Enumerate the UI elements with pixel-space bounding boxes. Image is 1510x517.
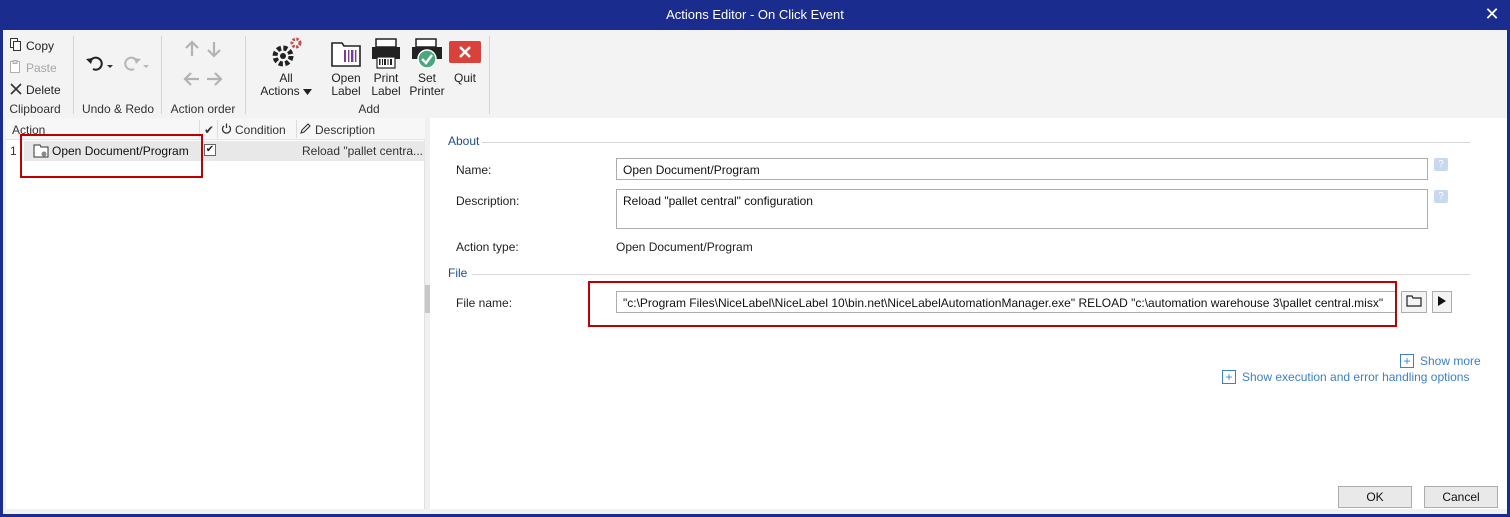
paste-button[interactable]: Paste	[9, 58, 57, 78]
action-order-group-label: Action order	[170, 102, 236, 116]
section-divider	[472, 274, 1470, 275]
open-label-icon	[328, 34, 364, 72]
name-field[interactable]: Open Document/Program	[616, 158, 1428, 180]
browse-button[interactable]	[1401, 291, 1427, 313]
move-right-icon[interactable]	[205, 70, 223, 91]
action-type-label: Action type:	[456, 240, 519, 254]
plus-icon: +	[1222, 370, 1236, 384]
all-actions-button[interactable]: All Actions	[257, 34, 315, 98]
about-section-title: About	[448, 134, 480, 148]
action-properties-pane: About Name: Open Document/Program ? Desc…	[430, 118, 1507, 509]
plus-icon: +	[1400, 354, 1414, 368]
set-printer-line2: Printer	[409, 84, 445, 98]
condition-column-header[interactable]: Condition	[235, 123, 286, 137]
row-enabled-checkbox[interactable]: ✔	[204, 144, 216, 156]
description-column-header[interactable]: Description	[315, 123, 375, 137]
ribbon: Copy Paste Delete Clipboard Undo & Redo …	[3, 30, 1507, 118]
show-execution-label: Show execution and error handling option…	[1242, 370, 1470, 384]
clipboard-group-label: Clipboard	[9, 102, 61, 116]
move-up-icon[interactable]	[183, 40, 201, 61]
all-actions-label-line2: Actions	[260, 84, 300, 98]
ribbon-separator	[245, 36, 246, 114]
power-icon	[221, 123, 232, 137]
help-icon[interactable]: ?	[1434, 158, 1448, 171]
highlight-box	[588, 281, 1397, 327]
file-name-label: File name:	[456, 296, 513, 310]
column-separator	[296, 120, 297, 138]
copy-icon	[9, 38, 22, 54]
show-more-link[interactable]: + Show more	[1400, 354, 1481, 368]
row-index: 1	[10, 144, 17, 158]
paste-label: Paste	[26, 61, 57, 75]
show-more-label: Show more	[1420, 354, 1481, 368]
highlight-box	[20, 134, 203, 178]
play-icon	[1438, 295, 1446, 309]
action-order-group: Action order	[165, 34, 241, 118]
set-printer-button[interactable]: Set Printer	[405, 34, 449, 98]
quit-icon	[447, 34, 483, 72]
quit-button[interactable]: Quit	[447, 34, 483, 85]
move-left-icon[interactable]	[183, 70, 201, 91]
copy-label: Copy	[26, 39, 55, 53]
actions-list-pane: Action ✔ Condition Description 1 Open Do…	[6, 118, 425, 509]
delete-label: Delete	[26, 83, 61, 97]
print-label-icon	[368, 34, 404, 72]
clipboard-group: Copy Paste Delete Clipboard	[3, 34, 67, 118]
quit-label: Quit	[453, 71, 476, 85]
undo-icon[interactable]	[85, 56, 113, 75]
ribbon-separator	[73, 36, 74, 114]
set-printer-icon	[409, 34, 445, 72]
ribbon-separator	[161, 36, 162, 114]
column-separator	[217, 120, 218, 138]
undo-redo-group: Undo & Redo	[77, 34, 159, 118]
delete-button[interactable]: Delete	[9, 80, 61, 100]
window-title: Actions Editor - On Click Event	[666, 7, 844, 22]
add-group-label: Add	[358, 102, 380, 116]
name-label: Name:	[456, 163, 492, 177]
actions-editor-window: Actions Editor - On Click Event ✕ Copy P…	[0, 0, 1510, 517]
cancel-button[interactable]: Cancel	[1424, 486, 1498, 508]
paste-icon	[9, 60, 22, 76]
open-label-button[interactable]: Open Label	[327, 34, 365, 98]
print-label-line2: Label	[371, 84, 401, 98]
add-group: All Actions Open Label Print Label Set P…	[249, 34, 489, 118]
show-execution-options-link[interactable]: + Show execution and error handling opti…	[1222, 370, 1469, 384]
help-icon[interactable]: ?	[1434, 190, 1448, 203]
description-label: Description:	[456, 194, 520, 208]
description-field[interactable]: Reload "pallet central" configuration	[616, 189, 1428, 229]
move-down-icon[interactable]	[205, 40, 223, 61]
folder-icon	[1406, 294, 1422, 310]
chevron-down-icon	[302, 85, 312, 98]
ok-button[interactable]: OK	[1338, 486, 1412, 508]
open-label-line2: Label	[331, 84, 361, 98]
close-icon[interactable]: ✕	[1482, 4, 1502, 24]
enabled-column-header[interactable]: ✔	[204, 123, 214, 137]
client-area: Copy Paste Delete Clipboard Undo & Redo …	[3, 30, 1507, 514]
section-divider	[482, 142, 1470, 143]
copy-button[interactable]: Copy	[9, 36, 54, 56]
pencil-icon	[300, 123, 311, 137]
delete-icon	[9, 82, 22, 98]
redo-icon[interactable]	[121, 56, 149, 75]
row-description: Reload "pallet centra...	[302, 144, 423, 158]
action-type-value: Open Document/Program	[616, 240, 753, 254]
all-actions-gear-icon	[268, 34, 304, 72]
file-section-title: File	[448, 266, 468, 280]
title-bar: Actions Editor - On Click Event ✕	[0, 0, 1510, 30]
print-label-button[interactable]: Print Label	[367, 34, 405, 98]
undo-redo-group-label: Undo & Redo	[81, 102, 155, 116]
ribbon-separator	[489, 36, 490, 114]
run-button[interactable]	[1432, 291, 1452, 313]
